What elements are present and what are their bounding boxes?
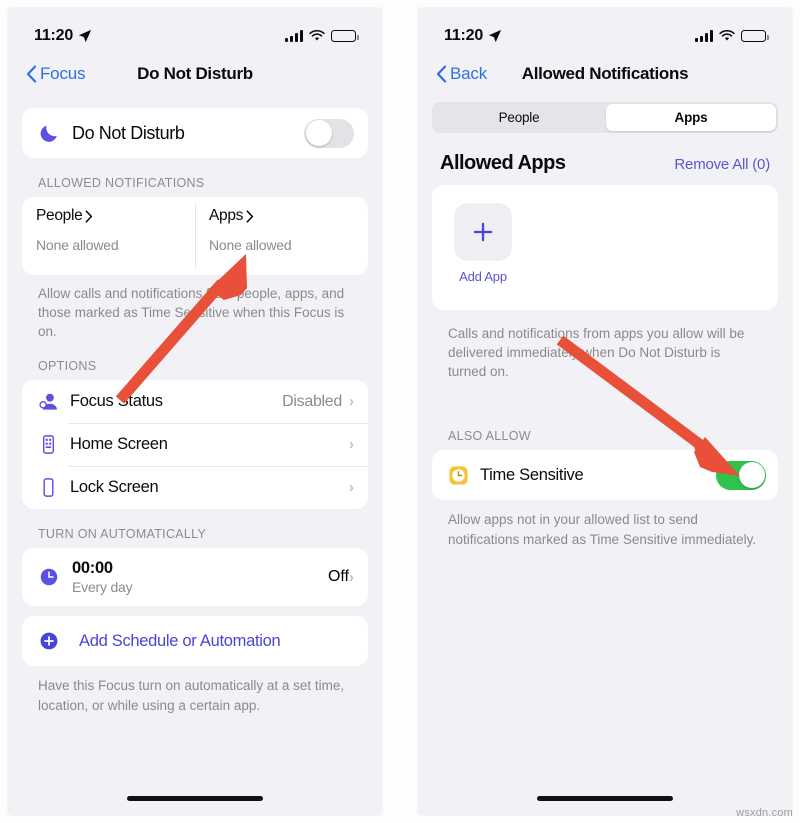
chevron-right-icon: › (349, 393, 354, 411)
status-bar: 11:20 (418, 8, 792, 52)
wifi-icon (309, 30, 325, 41)
allowed-apps-title: Allowed Apps (440, 152, 566, 174)
row-focus-status[interactable]: Focus Status Disabled › (22, 380, 368, 423)
schedule-card: 00:00 Every day Off › (22, 548, 368, 607)
wifi-icon (719, 30, 735, 41)
turn-on-automatically-footer: Have this Focus turn on automatically at… (38, 678, 345, 713)
location-arrow-icon (488, 29, 502, 43)
right-phone-screen: 11:20 Back Allowed Notifications People … (418, 8, 792, 815)
turn-on-automatically-header: TURN ON AUTOMATICALLY (38, 527, 207, 542)
apps-subtitle: None allowed (209, 237, 292, 253)
cellular-bars-icon (285, 30, 303, 42)
clock-icon (36, 566, 61, 588)
schedule-value: Off (327, 568, 349, 586)
options-header: OPTIONS (38, 359, 97, 374)
chevron-right-icon (86, 209, 93, 223)
allowed-notifications-header: ALLOWED NOTIFICATIONS (38, 176, 205, 190)
remove-all-button[interactable]: Remove All (0) (674, 156, 770, 173)
watermark: wsxdn.com (736, 807, 793, 819)
status-bar-left: 11:20 (444, 27, 502, 45)
row-add-schedule[interactable]: Add Schedule or Automation (22, 616, 368, 666)
do-not-disturb-card: Do Not Disturb (22, 108, 368, 158)
chevron-left-icon (26, 65, 37, 83)
home-indicator (127, 796, 263, 801)
people-column[interactable]: People None allowed (22, 197, 195, 275)
schedule-text: 00:00 Every day (72, 559, 328, 595)
battery-icon (741, 30, 769, 42)
home-screen-icon (36, 433, 61, 456)
plus-icon (473, 222, 493, 242)
allowed-notifications-footer: Allow calls and notifications from peopl… (38, 286, 345, 340)
back-button-focus[interactable]: Focus (26, 64, 85, 84)
apps-title-wrap: Apps (209, 207, 368, 225)
nav-bar: Back Allowed Notifications (418, 52, 792, 96)
tab-people[interactable]: People (434, 104, 604, 131)
row-home-screen[interactable]: Home Screen › (22, 423, 368, 466)
chevron-right-icon: › (349, 436, 354, 454)
do-not-disturb-label: Do Not Disturb (72, 122, 185, 143)
time-sensitive-toggle[interactable] (716, 460, 766, 490)
lock-screen-label: Lock Screen (70, 478, 159, 497)
status-bar-left: 11:20 (34, 27, 92, 45)
do-not-disturb-toggle[interactable] (304, 118, 354, 148)
home-screen-label: Home Screen (70, 435, 168, 454)
time-sensitive-clock-icon (446, 464, 471, 487)
status-bar: 11:20 (8, 8, 382, 52)
nav-bar: Focus Do Not Disturb (8, 52, 382, 96)
segmented-control[interactable]: People Apps (432, 102, 778, 133)
apps-label: Apps (209, 207, 244, 224)
home-indicator (537, 796, 673, 801)
back-button-label: Focus (40, 64, 86, 83)
allowed-apps-footer: Calls and notifications from apps you al… (448, 326, 745, 380)
time-sensitive-label: Time Sensitive (480, 465, 584, 484)
allowed-apps-header: Allowed Apps Remove All (0) (418, 133, 792, 185)
add-app-button[interactable]: Add App (454, 203, 512, 284)
status-bar-right (695, 30, 770, 42)
battery-icon (331, 30, 359, 42)
cellular-bars-icon (695, 30, 713, 42)
add-app-tile[interactable] (454, 203, 512, 261)
back-button-label: Back (450, 64, 487, 83)
row-lock-screen[interactable]: Lock Screen › (22, 466, 368, 509)
chevron-right-icon: › (349, 479, 354, 497)
also-allow-header: ALSO ALLOW (448, 429, 531, 444)
chevron-right-icon (246, 209, 254, 223)
crescent-moon-icon (40, 125, 57, 142)
allowed-notifications-card: People None allowed Apps None allowed (22, 197, 368, 275)
allowed-apps-card: Add App (432, 185, 778, 310)
people-title-wrap: People (36, 207, 195, 225)
also-allow-card: Time Sensitive (432, 450, 778, 501)
chevron-right-icon: › (349, 568, 354, 586)
focus-status-value: Disabled (282, 392, 342, 410)
add-schedule-label: Add Schedule or Automation (79, 631, 281, 650)
schedule-time: 00:00 (72, 559, 113, 578)
screenshot-stage: 11:20 Focus Do Not Disturb Do Not Distur… (0, 0, 800, 823)
people-subtitle: None allowed (36, 237, 119, 253)
options-card: Focus Status Disabled › Home Screen › Lo… (22, 380, 368, 510)
chevron-left-icon (436, 65, 447, 83)
focus-status-person-icon (36, 390, 61, 413)
row-time-sensitive[interactable]: Time Sensitive (432, 450, 778, 500)
back-button[interactable]: Back (436, 64, 487, 84)
do-not-disturb-row[interactable]: Do Not Disturb (22, 108, 368, 158)
focus-status-label: Focus Status (70, 392, 163, 411)
row-schedule[interactable]: 00:00 Every day Off › (22, 548, 368, 606)
plus-circle-icon (36, 630, 61, 652)
left-phone-screen: 11:20 Focus Do Not Disturb Do Not Distur… (8, 8, 382, 815)
add-schedule-card: Add Schedule or Automation (22, 616, 368, 667)
status-time: 11:20 (444, 27, 484, 44)
status-time: 11:20 (34, 27, 74, 44)
lock-screen-icon (36, 476, 61, 499)
add-app-label: Add App (459, 269, 507, 284)
status-bar-right (285, 30, 360, 42)
location-arrow-icon (78, 29, 92, 43)
tab-apps[interactable]: Apps (606, 104, 776, 131)
people-label: People (36, 207, 83, 224)
schedule-subtitle: Every day (72, 579, 133, 596)
also-allow-footer: Allow apps not in your allowed list to s… (448, 512, 757, 547)
apps-column[interactable]: Apps None allowed (195, 197, 368, 275)
